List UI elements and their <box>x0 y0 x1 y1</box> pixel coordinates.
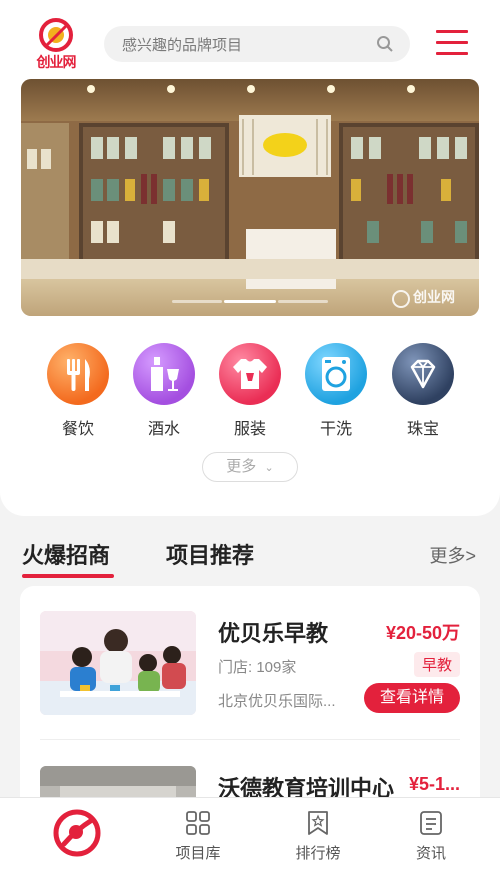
logo-text: 创业网 <box>36 54 77 70</box>
bottle-glass-icon <box>151 357 179 391</box>
home-logo-icon <box>53 809 101 857</box>
search-bar[interactable]: 感兴趣的品牌项目 <box>104 26 410 62</box>
category-drinks[interactable]: 酒水 <box>132 343 196 439</box>
list-item[interactable]: 优贝乐早教 ¥20-50万 门店: 109家 早教 北京优贝乐国际... 查看详… <box>20 586 480 726</box>
site-logo[interactable]: 创业网 <box>28 18 84 70</box>
project-price: ¥20-50万 <box>385 623 460 643</box>
category-label: 餐饮 <box>61 421 94 438</box>
category-label: 珠宝 <box>406 421 439 438</box>
banner-dot[interactable] <box>278 300 328 303</box>
view-details-button[interactable]: 查看详情 <box>364 683 460 713</box>
category-label: 服装 <box>233 421 266 438</box>
category-drycleaning[interactable]: 干洗 <box>304 343 368 439</box>
tab-label: 资讯 <box>415 845 446 862</box>
grid-icon <box>186 811 210 835</box>
category-label: 干洗 <box>319 421 352 438</box>
tab-ranking[interactable]: 排行榜 <box>268 798 368 879</box>
category-label: 酒水 <box>147 421 180 438</box>
project-stores: 门店: 109家 <box>218 659 297 676</box>
banner-carousel[interactable]: 创业网 <box>21 79 479 316</box>
banner-dot[interactable] <box>172 300 222 303</box>
menu-icon[interactable] <box>436 30 468 56</box>
tabs-more-link[interactable]: 更多> <box>429 542 476 568</box>
tab-label: 项目库 <box>175 845 221 862</box>
more-categories-button[interactable]: 更多 ⌄ <box>202 452 298 482</box>
bookmark-star-icon <box>308 811 328 835</box>
tab-project-library[interactable]: 项目库 <box>148 798 248 879</box>
category-clothing[interactable]: 服装 <box>218 343 282 439</box>
search-placeholder: 感兴趣的品牌项目 <box>122 37 243 54</box>
tab-hot-investment[interactable]: 火爆招商 <box>22 538 110 570</box>
more-label: 更多 <box>226 458 257 475</box>
project-image <box>40 611 196 715</box>
washing-machine-icon <box>322 357 350 391</box>
document-icon <box>420 811 442 835</box>
diamond-icon <box>410 359 436 389</box>
search-icon[interactable] <box>376 35 394 53</box>
project-name: 优贝乐早教 <box>218 621 329 646</box>
project-tag: 早教 <box>413 652 460 677</box>
home-logo-button[interactable] <box>52 808 102 858</box>
banner-pagination <box>172 300 328 303</box>
category-jewelry[interactable]: 珠宝 <box>391 343 455 439</box>
tshirt-icon <box>233 359 267 389</box>
logo-mark-icon <box>39 18 73 52</box>
category-catering[interactable]: 餐饮 <box>46 343 110 439</box>
section-tabs: 火爆招商 项目推荐 更多> <box>0 538 500 578</box>
fork-knife-icon <box>67 359 90 391</box>
project-company: 北京优贝乐国际... <box>218 693 336 710</box>
banner-dot-active[interactable] <box>224 300 276 303</box>
tab-label: 排行榜 <box>295 845 341 862</box>
project-price: ¥5-1... <box>408 774 460 794</box>
double-chevron-down-icon: ⌄ <box>264 462 274 474</box>
divider <box>40 739 460 740</box>
banner-image <box>21 79 479 316</box>
project-thumbnail <box>40 611 196 715</box>
banner-watermark: 创业网 <box>413 289 455 305</box>
tab-news[interactable]: 资讯 <box>381 798 481 879</box>
bottom-tab-bar: 项目库 排行榜 资讯 <box>0 797 500 879</box>
tab-recommended[interactable]: 项目推荐 <box>166 538 254 570</box>
active-tab-indicator <box>22 574 114 578</box>
